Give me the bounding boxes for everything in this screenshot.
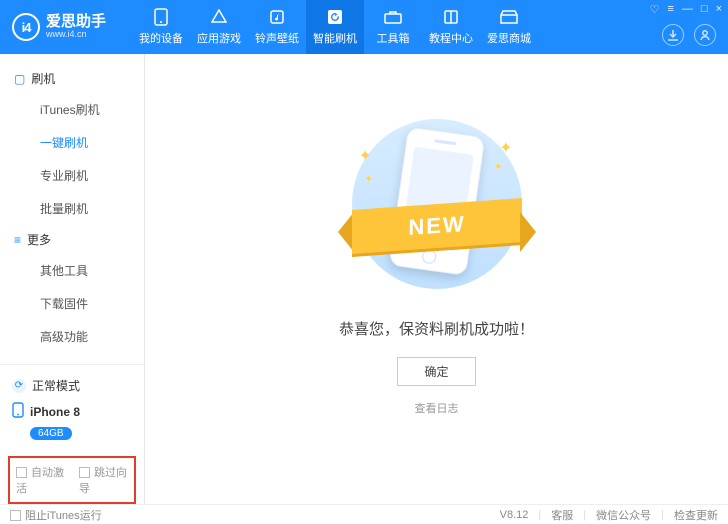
like-button[interactable]: ♡ [650,3,660,16]
music-icon [268,8,286,26]
download-button[interactable] [662,24,684,46]
check-update-link[interactable]: 检查更新 [674,507,718,523]
device-icon: ▢ [14,72,25,86]
new-ribbon: NEW [352,204,522,248]
phone-icon [152,8,170,26]
nav-label: 铃声壁纸 [255,30,299,46]
sparkle-icon: ✦ [499,138,512,158]
sidebar-item-advanced[interactable]: 高级功能 [0,320,144,353]
nav-ringtones[interactable]: 铃声壁纸 [248,0,306,54]
auto-activate-checkbox[interactable]: 自动激活 [16,464,65,496]
support-link[interactable]: 客服 [551,507,573,523]
sparkle-icon: ✦ [359,146,372,166]
skip-guide-checkbox[interactable]: 跳过向导 [79,464,128,496]
nav-label: 智能刷机 [313,30,357,46]
toolbox-icon [384,8,402,26]
success-illustration: ✦ ✦ ✦ ✦ NEW [337,114,537,294]
sidebar-section-label: 刷机 [31,70,55,87]
ribbon-text: NEW [352,198,522,254]
ok-button[interactable]: 确定 [397,357,475,386]
logo-icon: i4 [12,13,40,41]
menu-button[interactable]: ≡ [667,3,673,16]
device-row[interactable]: iPhone 8 [10,398,134,425]
sidebar-section-label: 更多 [27,231,51,248]
nav-label: 教程中心 [429,30,473,46]
sidebar-item-batch-flash[interactable]: 批量刷机 [0,192,144,225]
store-icon [500,8,518,26]
version-label: V8.12 [500,509,529,521]
app-header: i4 爱思助手 www.i4.cn 我的设备 应用游戏 铃声壁纸 智能刷机 工具… [0,0,728,54]
phone-small-icon [12,402,24,421]
sidebar-item-pro-flash[interactable]: 专业刷机 [0,159,144,192]
brand-url: www.i4.cn [46,30,106,40]
sidebar-item-oneclick-flash[interactable]: 一键刷机 [0,126,144,159]
nav-label: 应用游戏 [197,30,241,46]
storage-badge: 64GB [30,427,72,440]
nav-tutorials[interactable]: 教程中心 [422,0,480,54]
refresh-icon [326,8,344,26]
user-button[interactable] [694,24,716,46]
logo: i4 爱思助手 www.i4.cn [0,13,132,41]
minimize-button[interactable]: — [682,3,693,16]
apps-icon [210,8,228,26]
window-controls: ♡ ≡ — □ × [650,3,722,16]
sparkle-icon: ✦ [365,174,373,185]
maximize-button[interactable]: □ [701,3,708,16]
sidebar-item-itunes-flash[interactable]: iTunes刷机 [0,93,144,126]
options-highlight-box: 自动激活 跳过向导 [8,456,136,504]
close-button[interactable]: × [716,3,722,16]
mode-label: 正常模式 [32,377,80,394]
brand-name: 爱思助手 [46,14,106,31]
main-content: ✦ ✦ ✦ ✦ NEW 恭喜您，保资料刷机成功啦！ 确定 查看日志 [145,54,728,504]
sparkle-icon: ✦ [494,162,502,173]
wechat-link[interactable]: 微信公众号 [596,507,651,523]
sidebar-item-other-tools[interactable]: 其他工具 [0,254,144,287]
sidebar-section-more[interactable]: ≡ 更多 [0,225,144,254]
nav-apps[interactable]: 应用游戏 [190,0,248,54]
sidebar-item-download-fw[interactable]: 下载固件 [0,287,144,320]
device-name: iPhone 8 [30,405,80,419]
view-log-link[interactable]: 查看日志 [415,400,459,416]
success-message: 恭喜您，保资料刷机成功啦！ [339,318,534,339]
book-icon [442,8,460,26]
nav-label: 我的设备 [139,30,183,46]
nav-store[interactable]: 爱思商城 [480,0,538,54]
list-icon: ≡ [14,233,21,247]
status-bar: 阻止iTunes运行 V8.12 | 客服 | 微信公众号 | 检查更新 [0,504,728,524]
nav-label: 爱思商城 [487,30,531,46]
sync-icon: ⟳ [12,379,26,393]
nav-my-device[interactable]: 我的设备 [132,0,190,54]
nav-toolbox[interactable]: 工具箱 [364,0,422,54]
sidebar: ▢ 刷机 iTunes刷机 一键刷机 专业刷机 批量刷机 ≡ 更多 其他工具 下… [0,54,145,504]
sidebar-section-flash[interactable]: ▢ 刷机 [0,64,144,93]
device-mode[interactable]: ⟳ 正常模式 [10,373,134,398]
block-itunes-checkbox[interactable]: 阻止iTunes运行 [10,507,102,523]
top-nav: 我的设备 应用游戏 铃声壁纸 智能刷机 工具箱 教程中心 爱思商城 [132,0,538,54]
nav-flash[interactable]: 智能刷机 [306,0,364,54]
nav-label: 工具箱 [377,30,410,46]
